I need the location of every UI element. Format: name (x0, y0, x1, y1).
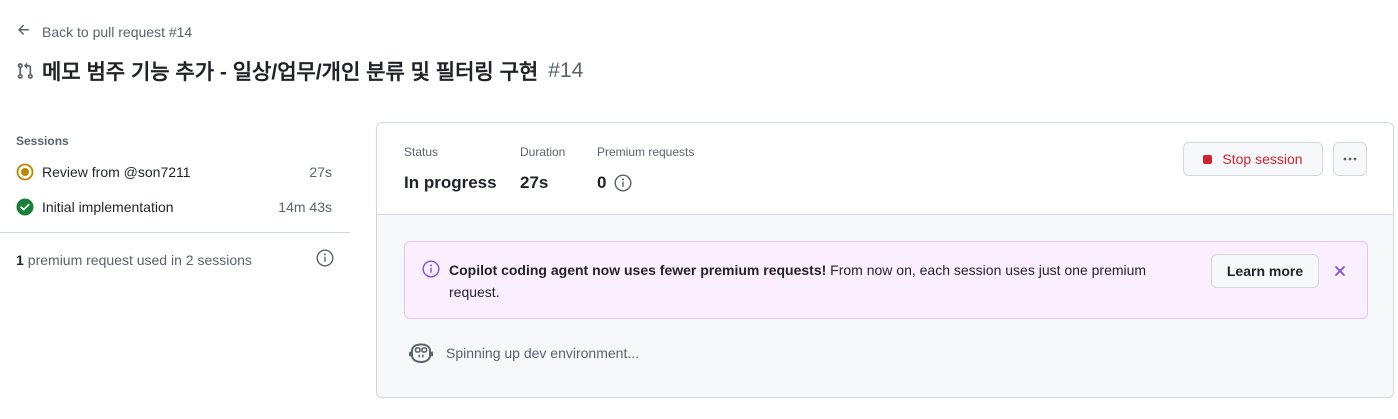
page-title: 메모 범주 기능 추가 - 일상/업무/개인 분류 및 필터링 구현 (42, 61, 539, 84)
back-to-pr-link[interactable]: Back to pull request #14 (16, 22, 192, 41)
stat-value: 27s (520, 173, 549, 192)
dismiss-banner-button[interactable] (1329, 260, 1351, 282)
premium-usage-text: premium request used in 2 sessions (27, 251, 252, 268)
banner-message: Copilot coding agent now uses fewer prem… (449, 259, 1199, 303)
stop-session-button[interactable]: Stop session (1183, 142, 1323, 176)
square-stop-icon (1203, 154, 1213, 164)
arrow-left-icon (16, 22, 32, 41)
learn-more-button[interactable]: Learn more (1211, 254, 1319, 288)
copilot-icon (408, 342, 434, 364)
stat-label: Status (404, 145, 439, 159)
more-options-button[interactable] (1333, 142, 1367, 176)
stat-label: Premium requests (597, 145, 695, 159)
stop-session-label: Stop session (1222, 151, 1303, 167)
info-icon[interactable] (614, 174, 632, 192)
status-stat: Status In progress (404, 145, 497, 193)
sessions-sidebar: Sessions Review from @son7211 27s Initia… (0, 122, 350, 270)
premium-usage-note: 1 premium request used in 2 sessions (16, 249, 334, 270)
premium-requests-banner: Copilot coding agent now uses fewer prem… (404, 241, 1368, 319)
info-icon[interactable] (316, 249, 334, 270)
x-icon (1333, 264, 1347, 278)
stat-label: Duration (520, 145, 566, 159)
spinning-up-text: Spinning up dev environment... (446, 345, 640, 361)
session-duration: 27s (309, 164, 332, 180)
premium-requests-stat: Premium requests 0 (597, 145, 694, 193)
git-pull-request-icon (16, 62, 34, 80)
check-circle-icon (16, 198, 34, 216)
session-label: Review from @son7211 (42, 164, 191, 180)
duration-stat: Duration 27s (520, 145, 565, 193)
environment-status: Spinning up dev environment... (408, 342, 639, 364)
session-label: Initial implementation (42, 199, 174, 215)
sessions-heading: Sessions (16, 134, 69, 148)
stat-value: 0 (597, 173, 607, 192)
back-link-label: Back to pull request #14 (42, 23, 193, 40)
page-title-row: 메모 범주 기능 추가 - 일상/업무/개인 분류 및 필터링 구현 #14 (16, 56, 583, 86)
premium-count: 1 (16, 251, 24, 268)
stat-value: In progress (404, 173, 497, 192)
divider (0, 232, 350, 233)
session-item[interactable]: Review from @son7211 27s (16, 162, 332, 182)
session-duration: 14m 43s (278, 199, 332, 215)
kebab-horizontal-icon (1342, 151, 1358, 167)
dot-fill-icon (16, 163, 34, 181)
banner-headline: Copilot coding agent now uses fewer prem… (449, 262, 827, 278)
info-icon (422, 260, 440, 278)
pr-number: #14 (548, 59, 584, 82)
session-panel: Status In progress Duration 27s Premium … (376, 122, 1394, 398)
session-stats-header: Status In progress Duration 27s Premium … (377, 123, 1393, 215)
session-item[interactable]: Initial implementation 14m 43s (16, 197, 332, 217)
